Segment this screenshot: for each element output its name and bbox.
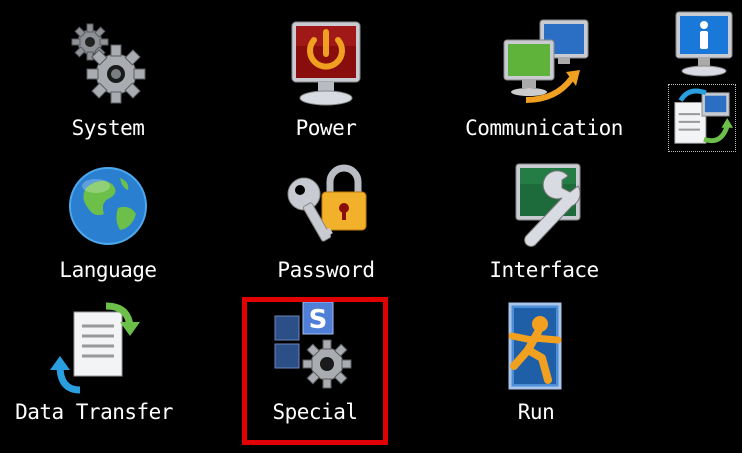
menu-item-run[interactable]: Run bbox=[446, 292, 626, 428]
menu-item-communication[interactable]: Communication bbox=[454, 8, 634, 144]
menu-label-language: Language bbox=[59, 258, 157, 282]
menu-label-interface: Interface bbox=[489, 258, 599, 282]
power-icon bbox=[291, 21, 361, 106]
padlock-key-icon bbox=[287, 164, 367, 242]
menu-item-system[interactable]: System bbox=[18, 8, 198, 144]
globe-icon bbox=[69, 167, 147, 245]
menu-item-special[interactable]: S Special bbox=[225, 292, 405, 428]
menu-label-run: Run bbox=[517, 400, 555, 424]
running-man-icon bbox=[508, 302, 562, 390]
menu-label-data-transfer: Data Transfer bbox=[15, 400, 173, 424]
wrench-icon bbox=[515, 163, 581, 247]
menu-label-special: Special bbox=[272, 400, 358, 424]
network-icon bbox=[503, 19, 589, 103]
menu-item-password[interactable]: Password bbox=[236, 150, 416, 286]
remote-button[interactable] bbox=[668, 84, 736, 152]
menu-label-communication: Communication bbox=[465, 116, 623, 140]
document-transfer-icon bbox=[50, 302, 140, 394]
menu-label-password: Password bbox=[277, 258, 375, 282]
menu-label-system: System bbox=[71, 116, 145, 140]
gear-icon bbox=[71, 23, 146, 104]
menu-label-power: Power bbox=[295, 116, 357, 140]
menu-item-data-transfer[interactable]: Data Transfer bbox=[4, 292, 184, 428]
menu-item-language[interactable]: Language bbox=[18, 150, 198, 286]
svg-text:S: S bbox=[309, 305, 328, 335]
info-button[interactable] bbox=[670, 10, 738, 78]
menu-item-interface[interactable]: Interface bbox=[454, 150, 634, 286]
main-menu-screen: System Power Communication Language Pass… bbox=[0, 0, 742, 453]
remote-document-icon bbox=[674, 88, 734, 144]
menu-item-power[interactable]: Power bbox=[236, 8, 416, 144]
special-gear-icon: S bbox=[274, 301, 352, 389]
info-icon bbox=[675, 11, 733, 77]
